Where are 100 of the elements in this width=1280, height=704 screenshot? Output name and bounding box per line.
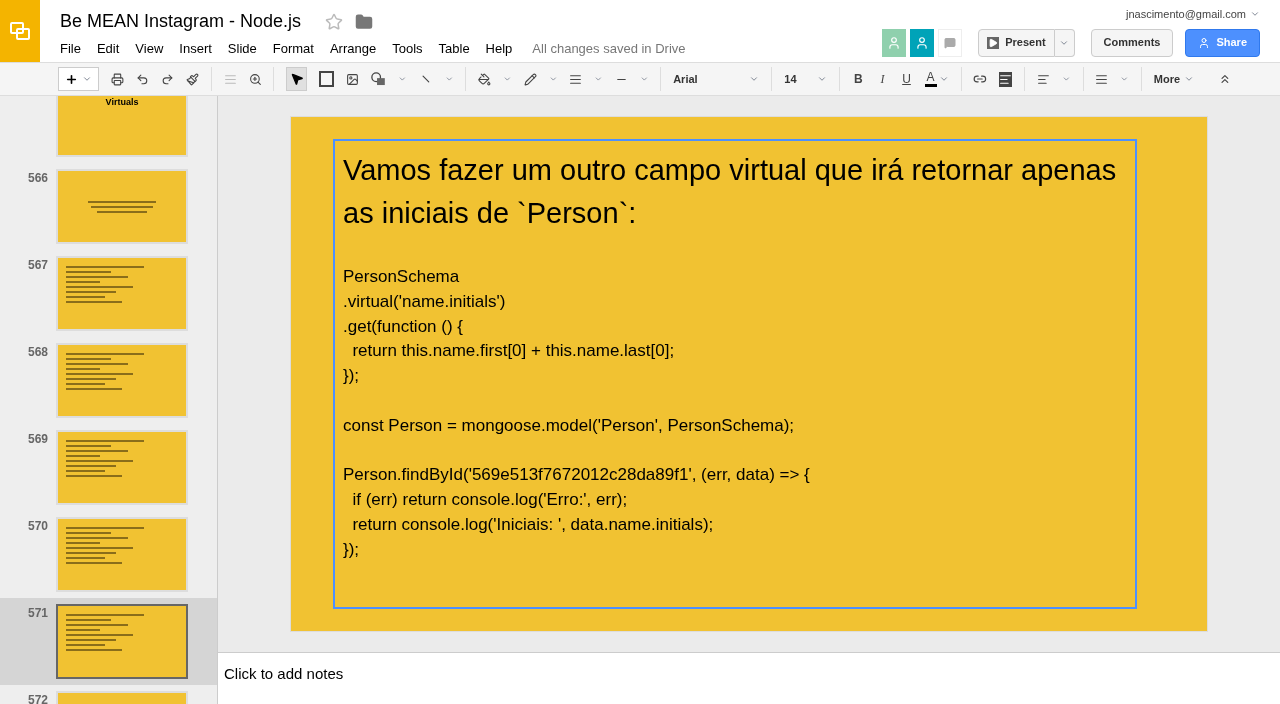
slide-number: 568 xyxy=(27,344,48,361)
caret-icon xyxy=(639,74,649,84)
caret-icon xyxy=(938,74,949,84)
text-line-icon xyxy=(91,205,153,208)
slide-number: 569 xyxy=(27,431,48,448)
caret-icon xyxy=(444,74,454,84)
text-line-icon xyxy=(66,624,128,626)
text-line-icon xyxy=(66,614,145,616)
font-size-dropdown[interactable]: 14 xyxy=(784,70,828,88)
menu-item[interactable]: Tools xyxy=(392,39,423,59)
text-line-icon xyxy=(66,445,111,447)
plus-icon xyxy=(65,72,78,86)
code-text: Person.findById('569e513f7672012c28da89f1', (err, data) => { if (err) return console.log('Erro:', err); return console.log('Iniciais: ', data.name.initials); }); xyxy=(343,464,811,561)
thumbnail-title: Virtuals xyxy=(105,96,139,109)
text-line-icon xyxy=(66,266,145,268)
zoom-icon[interactable] xyxy=(248,71,262,87)
person-icon xyxy=(1198,36,1211,49)
text-line-icon xyxy=(66,619,111,621)
caret-icon xyxy=(1120,74,1129,84)
image-icon[interactable] xyxy=(345,71,359,87)
slide-thumbnail[interactable] xyxy=(56,604,188,679)
menu-item[interactable]: Insert xyxy=(179,39,212,59)
text-line-icon xyxy=(66,353,145,355)
comment-icon[interactable] xyxy=(999,71,1013,87)
text-box[interactable] xyxy=(333,139,1137,609)
menu-item[interactable]: File xyxy=(60,39,81,59)
text-line-icon xyxy=(66,450,128,452)
slide-heading: Vamos fazer um outro campo virtual que irá retornar apenas as iniciais de `Person`: xyxy=(343,153,1118,231)
comments-button[interactable]: Comments xyxy=(1090,28,1174,57)
menu-item[interactable]: View xyxy=(135,39,164,59)
code-text: const Person = mongoose.model('Person', PersonSchema); xyxy=(343,414,796,437)
text-line-icon xyxy=(66,291,117,293)
text-line-icon xyxy=(66,562,122,564)
print-icon[interactable] xyxy=(111,71,124,87)
fill-color-icon[interactable] xyxy=(478,71,491,87)
present-button[interactable]: Present xyxy=(978,28,1055,57)
text-line-icon xyxy=(66,296,106,298)
caret-icon xyxy=(548,74,558,84)
user-icon xyxy=(887,35,902,50)
select-tool-button[interactable] xyxy=(286,67,308,91)
caret-icon xyxy=(398,74,407,84)
play-icon xyxy=(987,36,1000,49)
border-color-icon[interactable] xyxy=(523,71,537,87)
slides-icon xyxy=(10,21,30,41)
text-line-icon xyxy=(66,281,100,283)
text-line-icon xyxy=(66,465,117,467)
text-line-icon xyxy=(66,470,106,472)
more-dropdown[interactable]: More xyxy=(1153,70,1195,88)
text-line-icon xyxy=(66,532,111,534)
collaborator-avatar[interactable] xyxy=(910,28,935,57)
italic-button[interactable]: I xyxy=(876,70,889,88)
text-line-icon xyxy=(66,475,122,477)
menu-item[interactable]: Slide xyxy=(227,39,257,59)
text-line-icon xyxy=(96,210,148,213)
text-line-icon xyxy=(66,644,106,646)
text-line-icon xyxy=(66,271,111,273)
caret-icon xyxy=(1061,74,1071,84)
text-line-icon xyxy=(66,286,134,288)
text-line-icon xyxy=(66,378,117,380)
font-dropdown[interactable]: Arial xyxy=(673,70,760,88)
slide-number: 570 xyxy=(27,518,48,535)
text-line-icon xyxy=(66,373,134,375)
text-line-icon xyxy=(66,542,100,544)
paint-format-icon[interactable] xyxy=(185,71,199,87)
menu-item[interactable]: Arrange xyxy=(329,39,377,59)
user-icon xyxy=(915,35,930,50)
text-line-icon xyxy=(66,557,106,559)
text-line-icon xyxy=(66,363,128,365)
text-line-icon xyxy=(66,440,145,442)
text-line-icon xyxy=(66,358,111,360)
text-line-icon xyxy=(66,368,100,370)
chat-icon xyxy=(944,36,957,49)
text-line-icon xyxy=(66,649,122,651)
menu-item[interactable]: Help xyxy=(485,39,513,59)
new-slide-button[interactable] xyxy=(58,67,99,91)
text-line-icon xyxy=(66,537,128,539)
slide-thumbnail[interactable]: Virtuals xyxy=(56,96,188,157)
bold-button[interactable]: B xyxy=(852,70,865,88)
star-icon[interactable] xyxy=(325,12,344,31)
folder-icon[interactable] xyxy=(355,12,374,31)
menu-item[interactable]: Format xyxy=(272,39,314,59)
shape-icon[interactable] xyxy=(370,71,387,87)
pointer-icon xyxy=(289,72,304,86)
slide-number: 566 xyxy=(27,170,48,187)
text-box-icon[interactable] xyxy=(319,71,334,87)
menu-item[interactable]: Edit xyxy=(96,39,120,59)
menu-item[interactable]: Table xyxy=(438,39,470,59)
code-text: PersonSchema .virtual('name.initials') .get(function () { return this.name.first[0] + this.name.last[0]; }); xyxy=(343,266,676,388)
text-color-button[interactable]: A xyxy=(924,71,937,87)
account-email[interactable]: jnascimento@gmail.com xyxy=(1126,6,1246,23)
text-line-icon xyxy=(66,388,122,390)
text-line-icon xyxy=(66,639,117,641)
underline-button[interactable]: U xyxy=(900,70,913,88)
save-status: All changes saved in Drive xyxy=(532,40,686,58)
text-line-icon xyxy=(66,460,134,462)
caret-icon xyxy=(82,74,92,84)
document-title[interactable]: Be MEAN Instagram - Node.js xyxy=(60,8,302,35)
speaker-notes[interactable]: Click to add notes xyxy=(218,652,1280,704)
text-line-icon xyxy=(66,383,106,385)
slide-number: 572 xyxy=(27,692,48,704)
